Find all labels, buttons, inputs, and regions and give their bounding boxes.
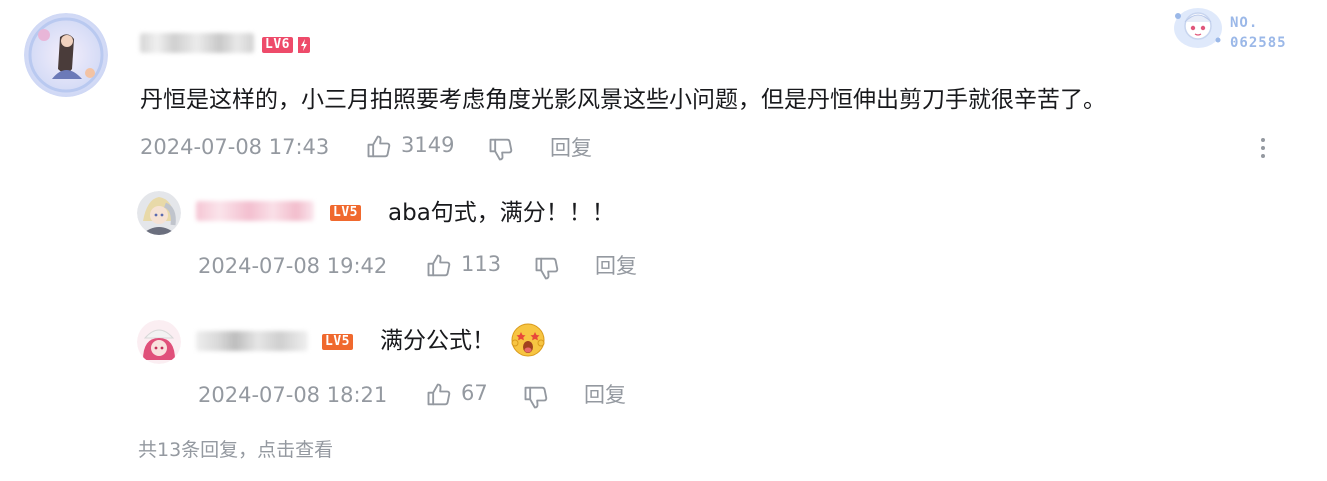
reply-text: 满分公式！ — [380, 328, 495, 354]
comment-time: 2024-07-08 17:43 — [140, 135, 330, 159]
fan-badge-character-icon — [1168, 6, 1226, 50]
reply-username[interactable] — [196, 331, 312, 353]
username[interactable] — [140, 33, 254, 55]
thumbs-up-icon[interactable] — [365, 133, 393, 161]
like-count: 113 — [461, 252, 502, 276]
fan-badge-label: NO. — [1230, 15, 1259, 31]
reply-text: aba句式，满分！！！ — [388, 200, 615, 226]
like-count: 67 — [461, 381, 488, 405]
reply-avatar[interactable] — [137, 320, 181, 364]
avatar[interactable] — [24, 13, 108, 97]
level-badge: LV6 — [262, 37, 293, 53]
thumbs-up-icon[interactable] — [425, 252, 453, 280]
reply-time: 2024-07-08 19:42 — [198, 254, 388, 278]
reply-time: 2024-07-08 18:21 — [198, 383, 388, 407]
thumbs-up-icon[interactable] — [425, 381, 453, 409]
reply-button[interactable]: 回复 — [550, 134, 592, 162]
comment-text: 丹恒是这样的，小三月拍照要考虑角度光影风景这些小问题，但是丹恒伸出剪刀手就很辛苦… — [140, 87, 1106, 113]
level-badge: LV5 — [330, 205, 361, 221]
thumbs-down-icon[interactable] — [522, 383, 550, 411]
reply-button[interactable]: 回复 — [584, 381, 626, 409]
thumbs-down-icon[interactable] — [487, 135, 515, 163]
reply-button[interactable]: 回复 — [595, 252, 637, 280]
reply-username[interactable] — [196, 201, 322, 223]
level-badge: LV5 — [322, 334, 353, 350]
star-eyes-emoji — [510, 322, 546, 358]
fan-badge-number: 062585 — [1230, 35, 1287, 51]
thumbs-down-icon[interactable] — [533, 254, 561, 282]
like-count: 3149 — [401, 133, 455, 157]
reply-avatar[interactable] — [137, 191, 181, 235]
lightning-icon — [298, 37, 310, 53]
vertical-dots-icon[interactable] — [1256, 136, 1270, 160]
view-more-replies-link[interactable]: 共13条回复，点击查看 — [138, 437, 333, 463]
